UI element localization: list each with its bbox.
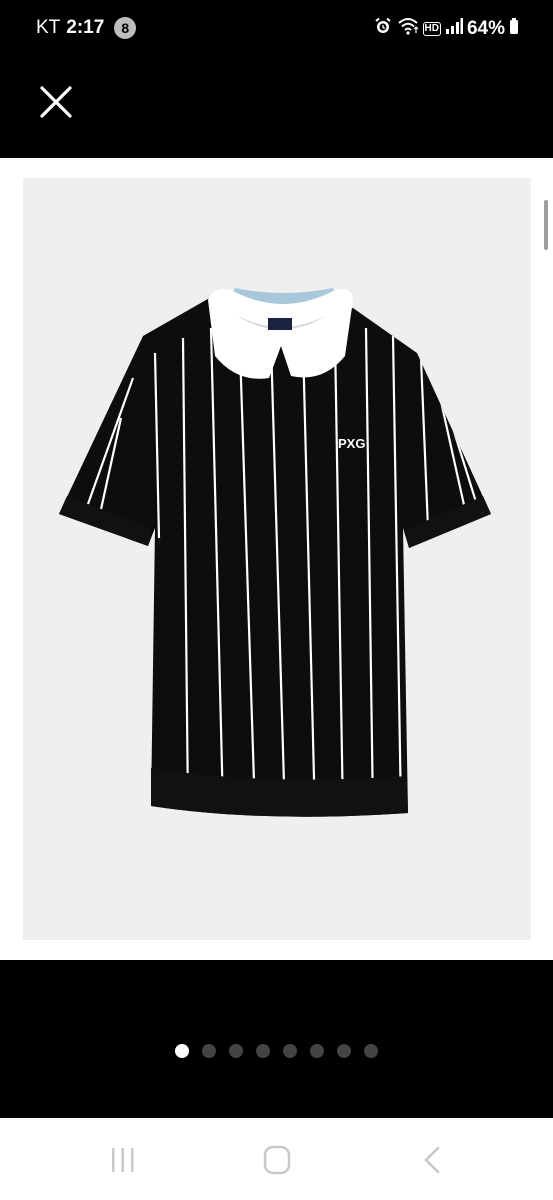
carousel-indicators (0, 1044, 553, 1058)
notification-count-badge: 8 (114, 17, 137, 39)
carousel-dot-6[interactable] (310, 1044, 324, 1058)
carousel-dot-5[interactable] (283, 1044, 297, 1058)
carousel-dot-1[interactable] (175, 1044, 189, 1058)
product-photo[interactable]: PXG (23, 178, 531, 940)
home-icon (263, 1145, 291, 1175)
battery-percentage: 64% (466, 18, 505, 39)
wifi-icon (397, 16, 419, 42)
carousel-dot-2[interactable] (202, 1044, 216, 1058)
carousel-dot-7[interactable] (337, 1044, 351, 1058)
polo-shirt-illustration: PXG (59, 288, 491, 817)
alarm-icon (373, 16, 393, 42)
signal-icon (445, 17, 463, 41)
pxg-logo: PXG (338, 436, 365, 451)
hd-voice-icon: HD (422, 22, 441, 36)
close-button[interactable] (36, 82, 76, 122)
home-button[interactable] (257, 1142, 297, 1178)
status-bar: KT 2:17 8 HD 64% (0, 0, 553, 58)
carousel-dot-3[interactable] (229, 1044, 243, 1058)
clock: 2:17 (66, 17, 105, 38)
back-icon (424, 1146, 440, 1174)
carousel-dot-8[interactable] (364, 1044, 378, 1058)
carrier-label: KT (36, 17, 61, 38)
recents-button[interactable] (103, 1142, 143, 1178)
battery-icon (509, 17, 519, 41)
viewer-header (0, 58, 553, 158)
scrollbar[interactable] (544, 200, 548, 250)
carousel-dot-4[interactable] (256, 1044, 270, 1058)
back-button[interactable] (414, 1142, 454, 1178)
recents-icon (112, 1148, 134, 1172)
close-icon (40, 86, 72, 118)
